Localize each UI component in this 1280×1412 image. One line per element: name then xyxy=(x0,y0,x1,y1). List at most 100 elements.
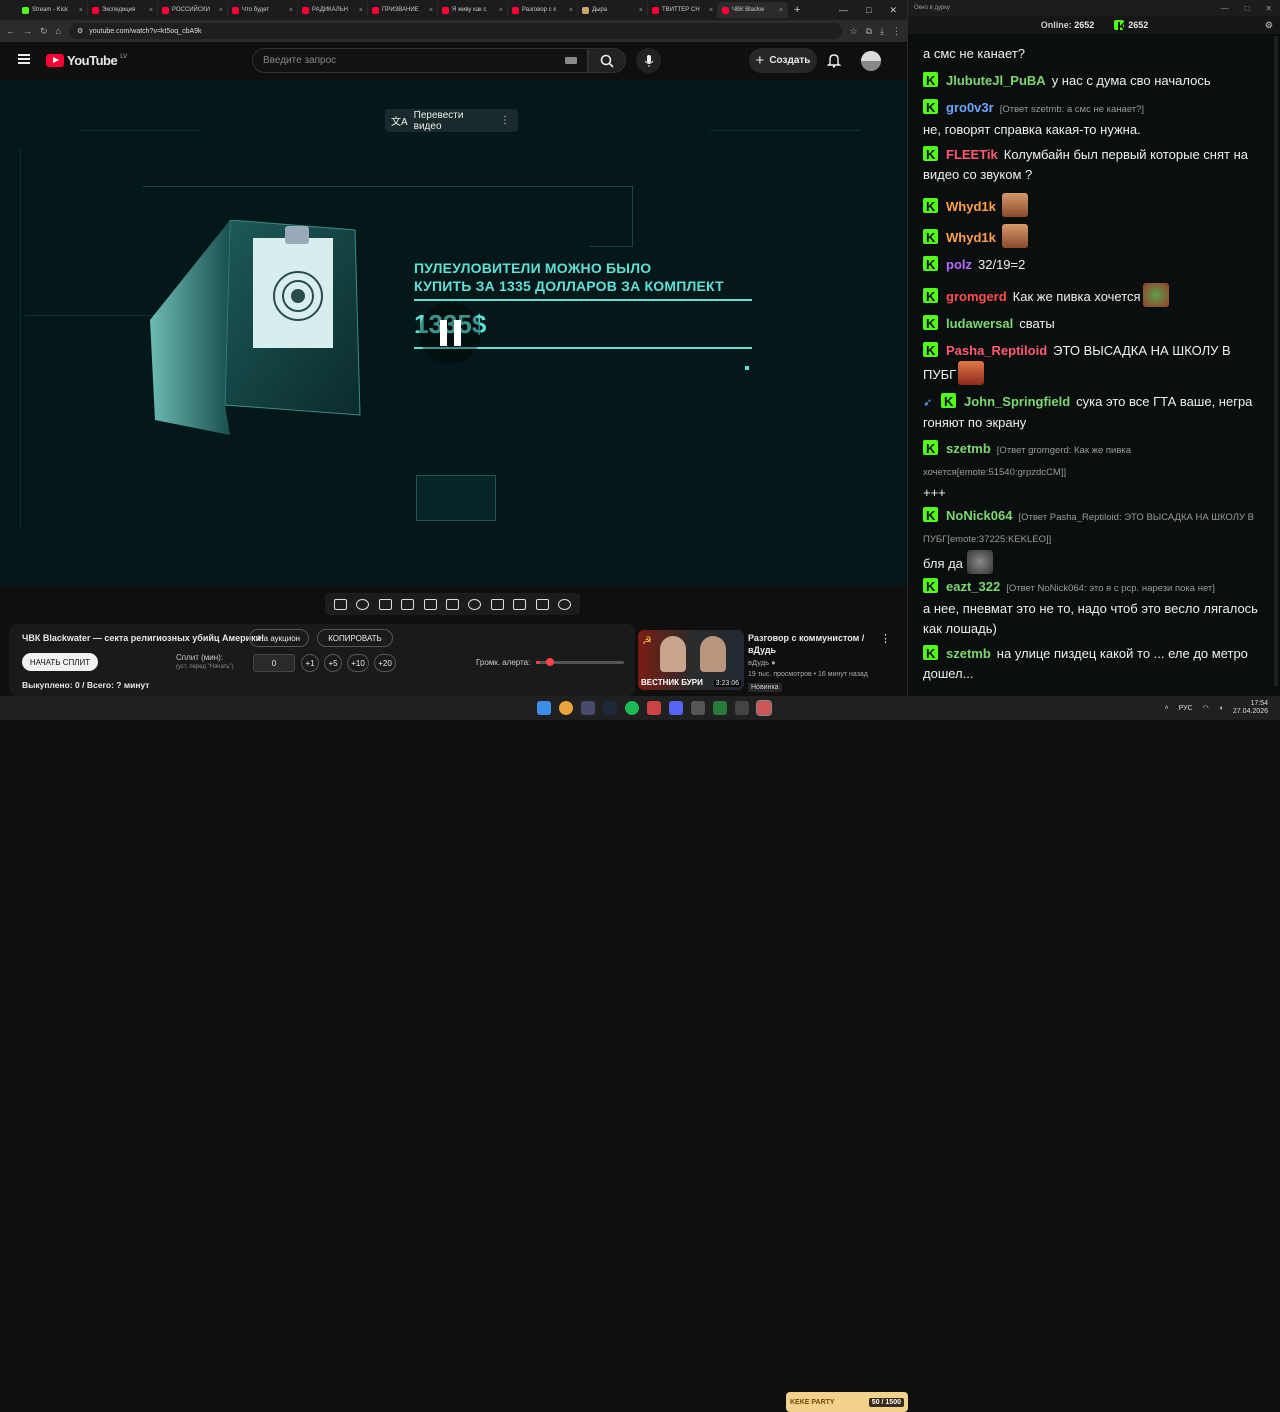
close-tab-icon[interactable]: × xyxy=(499,7,503,14)
spotify-icon[interactable] xyxy=(625,701,639,715)
tab-1[interactable]: Экспедиция × xyxy=(88,2,158,18)
add-20-button[interactable]: +20 xyxy=(374,654,396,672)
recommended-title[interactable]: Разговор с коммунистом / вДудь xyxy=(748,632,876,656)
chat-username[interactable]: Whyd1k xyxy=(946,230,996,245)
create-button[interactable]: + Создать xyxy=(749,48,817,73)
close-tab-icon[interactable]: × xyxy=(709,7,713,14)
chat-username[interactable]: NoNick064 xyxy=(946,508,1012,523)
tab-6[interactable]: Я живу как с × xyxy=(438,2,508,18)
site-info-icon[interactable]: ⚙ xyxy=(77,27,83,35)
back-icon[interactable]: ← xyxy=(6,26,15,36)
keke-party-widget[interactable]: KEKE PARTY 50 / 1500 xyxy=(786,1392,908,1412)
notifications-bell-icon[interactable] xyxy=(826,53,842,68)
close-tab-icon[interactable]: × xyxy=(79,7,83,14)
start-split-button[interactable]: НАЧАТЬ СПЛИТ xyxy=(22,653,98,671)
tab-4[interactable]: РАДИКАЛЬН × xyxy=(298,2,368,18)
camera-icon[interactable] xyxy=(513,598,527,610)
tab-2[interactable]: РОССИЙСКИ × xyxy=(158,2,228,18)
app-icon[interactable] xyxy=(713,701,727,715)
tab-3[interactable]: Что будет × xyxy=(228,2,298,18)
chat-username[interactable]: gro0v3r xyxy=(946,100,994,115)
forward-icon[interactable]: → xyxy=(23,26,32,36)
chat-username[interactable]: FLEETik xyxy=(946,147,998,162)
translate-video-button[interactable]: 文A Перевести видео ⋮ xyxy=(385,109,518,132)
close-tab-icon[interactable]: × xyxy=(289,7,293,14)
close-tab-icon[interactable]: × xyxy=(359,7,363,14)
keyboard-icon[interactable] xyxy=(565,57,577,64)
volume-icon[interactable]: ◖ xyxy=(1219,705,1223,712)
tab-9[interactable]: ТВИТТЕР СН × xyxy=(648,2,718,18)
search-button[interactable] xyxy=(588,48,626,73)
channel-name[interactable]: вДудь ● xyxy=(748,658,776,667)
auction-button[interactable]: На аукцион xyxy=(249,629,309,647)
app-icon[interactable] xyxy=(691,701,705,715)
close-tab-icon[interactable]: × xyxy=(569,7,573,14)
flask-icon[interactable] xyxy=(535,598,549,610)
close-tab-icon[interactable]: × xyxy=(639,7,643,14)
chat-username[interactable]: ludawersal xyxy=(946,316,1013,331)
chat-username[interactable]: JlubuteJl_PuBA xyxy=(946,73,1046,88)
tab-5[interactable]: ПРИЗВАНИЕ × xyxy=(368,2,438,18)
chat-username[interactable]: eazt_322 xyxy=(946,579,1000,594)
close-window-icon[interactable]: ✕ xyxy=(889,5,897,16)
voice-search-button[interactable] xyxy=(636,48,661,73)
menu-dots-icon[interactable]: ⋮ xyxy=(892,26,901,37)
hamburger-menu-icon[interactable] xyxy=(18,54,30,64)
app-icon[interactable] xyxy=(581,701,595,715)
code-icon[interactable] xyxy=(490,598,504,610)
app-icon[interactable] xyxy=(647,701,661,715)
home-icon[interactable]: ⌂ xyxy=(56,26,61,36)
chat-scrollbar[interactable] xyxy=(1274,36,1278,686)
add-5-button[interactable]: +5 xyxy=(324,654,342,672)
start-icon[interactable] xyxy=(537,701,551,715)
chat-username[interactable]: szetmb xyxy=(946,441,991,456)
chat-username[interactable]: szetmb xyxy=(946,646,991,661)
maximize-icon[interactable]: □ xyxy=(1244,4,1249,13)
settings-icon[interactable]: ⚙ xyxy=(1265,20,1273,31)
minimize-icon[interactable]: — xyxy=(1220,4,1228,13)
recommended-video[interactable]: ☭ ВЕСТНИК БУРИ 3:23:06 Разговор с коммун… xyxy=(638,628,900,696)
close-tab-icon[interactable]: × xyxy=(429,7,433,14)
chat-username[interactable]: gromgerd xyxy=(946,289,1007,304)
new-tab-button[interactable]: + xyxy=(794,4,800,16)
clock[interactable]: 17:54 27.04.2026 xyxy=(1233,700,1268,716)
slider-thumb[interactable] xyxy=(546,658,555,666)
bookmark-star-icon[interactable]: ☆ xyxy=(850,26,858,37)
picture-in-picture-icon[interactable] xyxy=(423,598,437,610)
chat-username[interactable]: John_Springfield xyxy=(964,394,1070,409)
add-1-button[interactable]: +1 xyxy=(301,654,319,672)
steam-icon[interactable] xyxy=(603,701,617,715)
chrome-icon[interactable] xyxy=(559,701,573,715)
chat-username[interactable]: polz xyxy=(946,257,972,272)
more-options-icon[interactable]: ⋮ xyxy=(880,632,891,645)
tab-0[interactable]: Stream - Kick × xyxy=(18,2,88,18)
theater-icon[interactable] xyxy=(445,598,459,610)
video-thumbnail[interactable]: ☭ ВЕСТНИК БУРИ 3:23:06 xyxy=(638,630,744,690)
broadcast-icon[interactable] xyxy=(356,598,370,610)
tab-7[interactable]: Разговор с к × xyxy=(508,2,578,18)
tab-8[interactable]: Дыра × xyxy=(578,2,648,18)
add-10-button[interactable]: +10 xyxy=(347,654,369,672)
close-tab-icon[interactable]: × xyxy=(149,7,153,14)
discord-icon[interactable] xyxy=(669,701,683,715)
close-tab-icon[interactable]: × xyxy=(219,7,223,14)
alert-volume-slider[interactable] xyxy=(536,658,624,666)
minimize-icon[interactable]: — xyxy=(839,5,848,16)
chat-username[interactable]: Whyd1k xyxy=(946,199,996,214)
wifi-icon[interactable]: ◠ xyxy=(1203,704,1209,712)
loop-icon[interactable] xyxy=(333,598,347,610)
film-icon[interactable] xyxy=(401,598,415,610)
gear-icon[interactable] xyxy=(558,598,572,610)
more-options-icon[interactable]: ⋮ xyxy=(500,115,510,126)
download-icon[interactable]: ⤓ xyxy=(880,26,884,37)
url-field[interactable]: ⚙ youtube.com/watch?v=kt5oq_cbA9k xyxy=(68,23,842,39)
tab-10[interactable]: ЧВК Blackw × xyxy=(718,2,788,18)
search-input[interactable]: Введите запрос xyxy=(252,48,588,73)
app-icon[interactable] xyxy=(756,700,772,716)
extensions-icon[interactable]: ⧉ xyxy=(866,26,872,37)
copy-button[interactable]: КОПИРОВАТЬ xyxy=(317,629,393,647)
video-player[interactable]: 文A Перевести видео ⋮ ПУЛЕУЛОВИТЕЛИ МОЖНО Б… xyxy=(0,80,907,586)
maximize-icon[interactable]: □ xyxy=(866,5,871,16)
speed-icon[interactable] xyxy=(468,598,482,610)
eye-icon[interactable] xyxy=(378,598,392,610)
